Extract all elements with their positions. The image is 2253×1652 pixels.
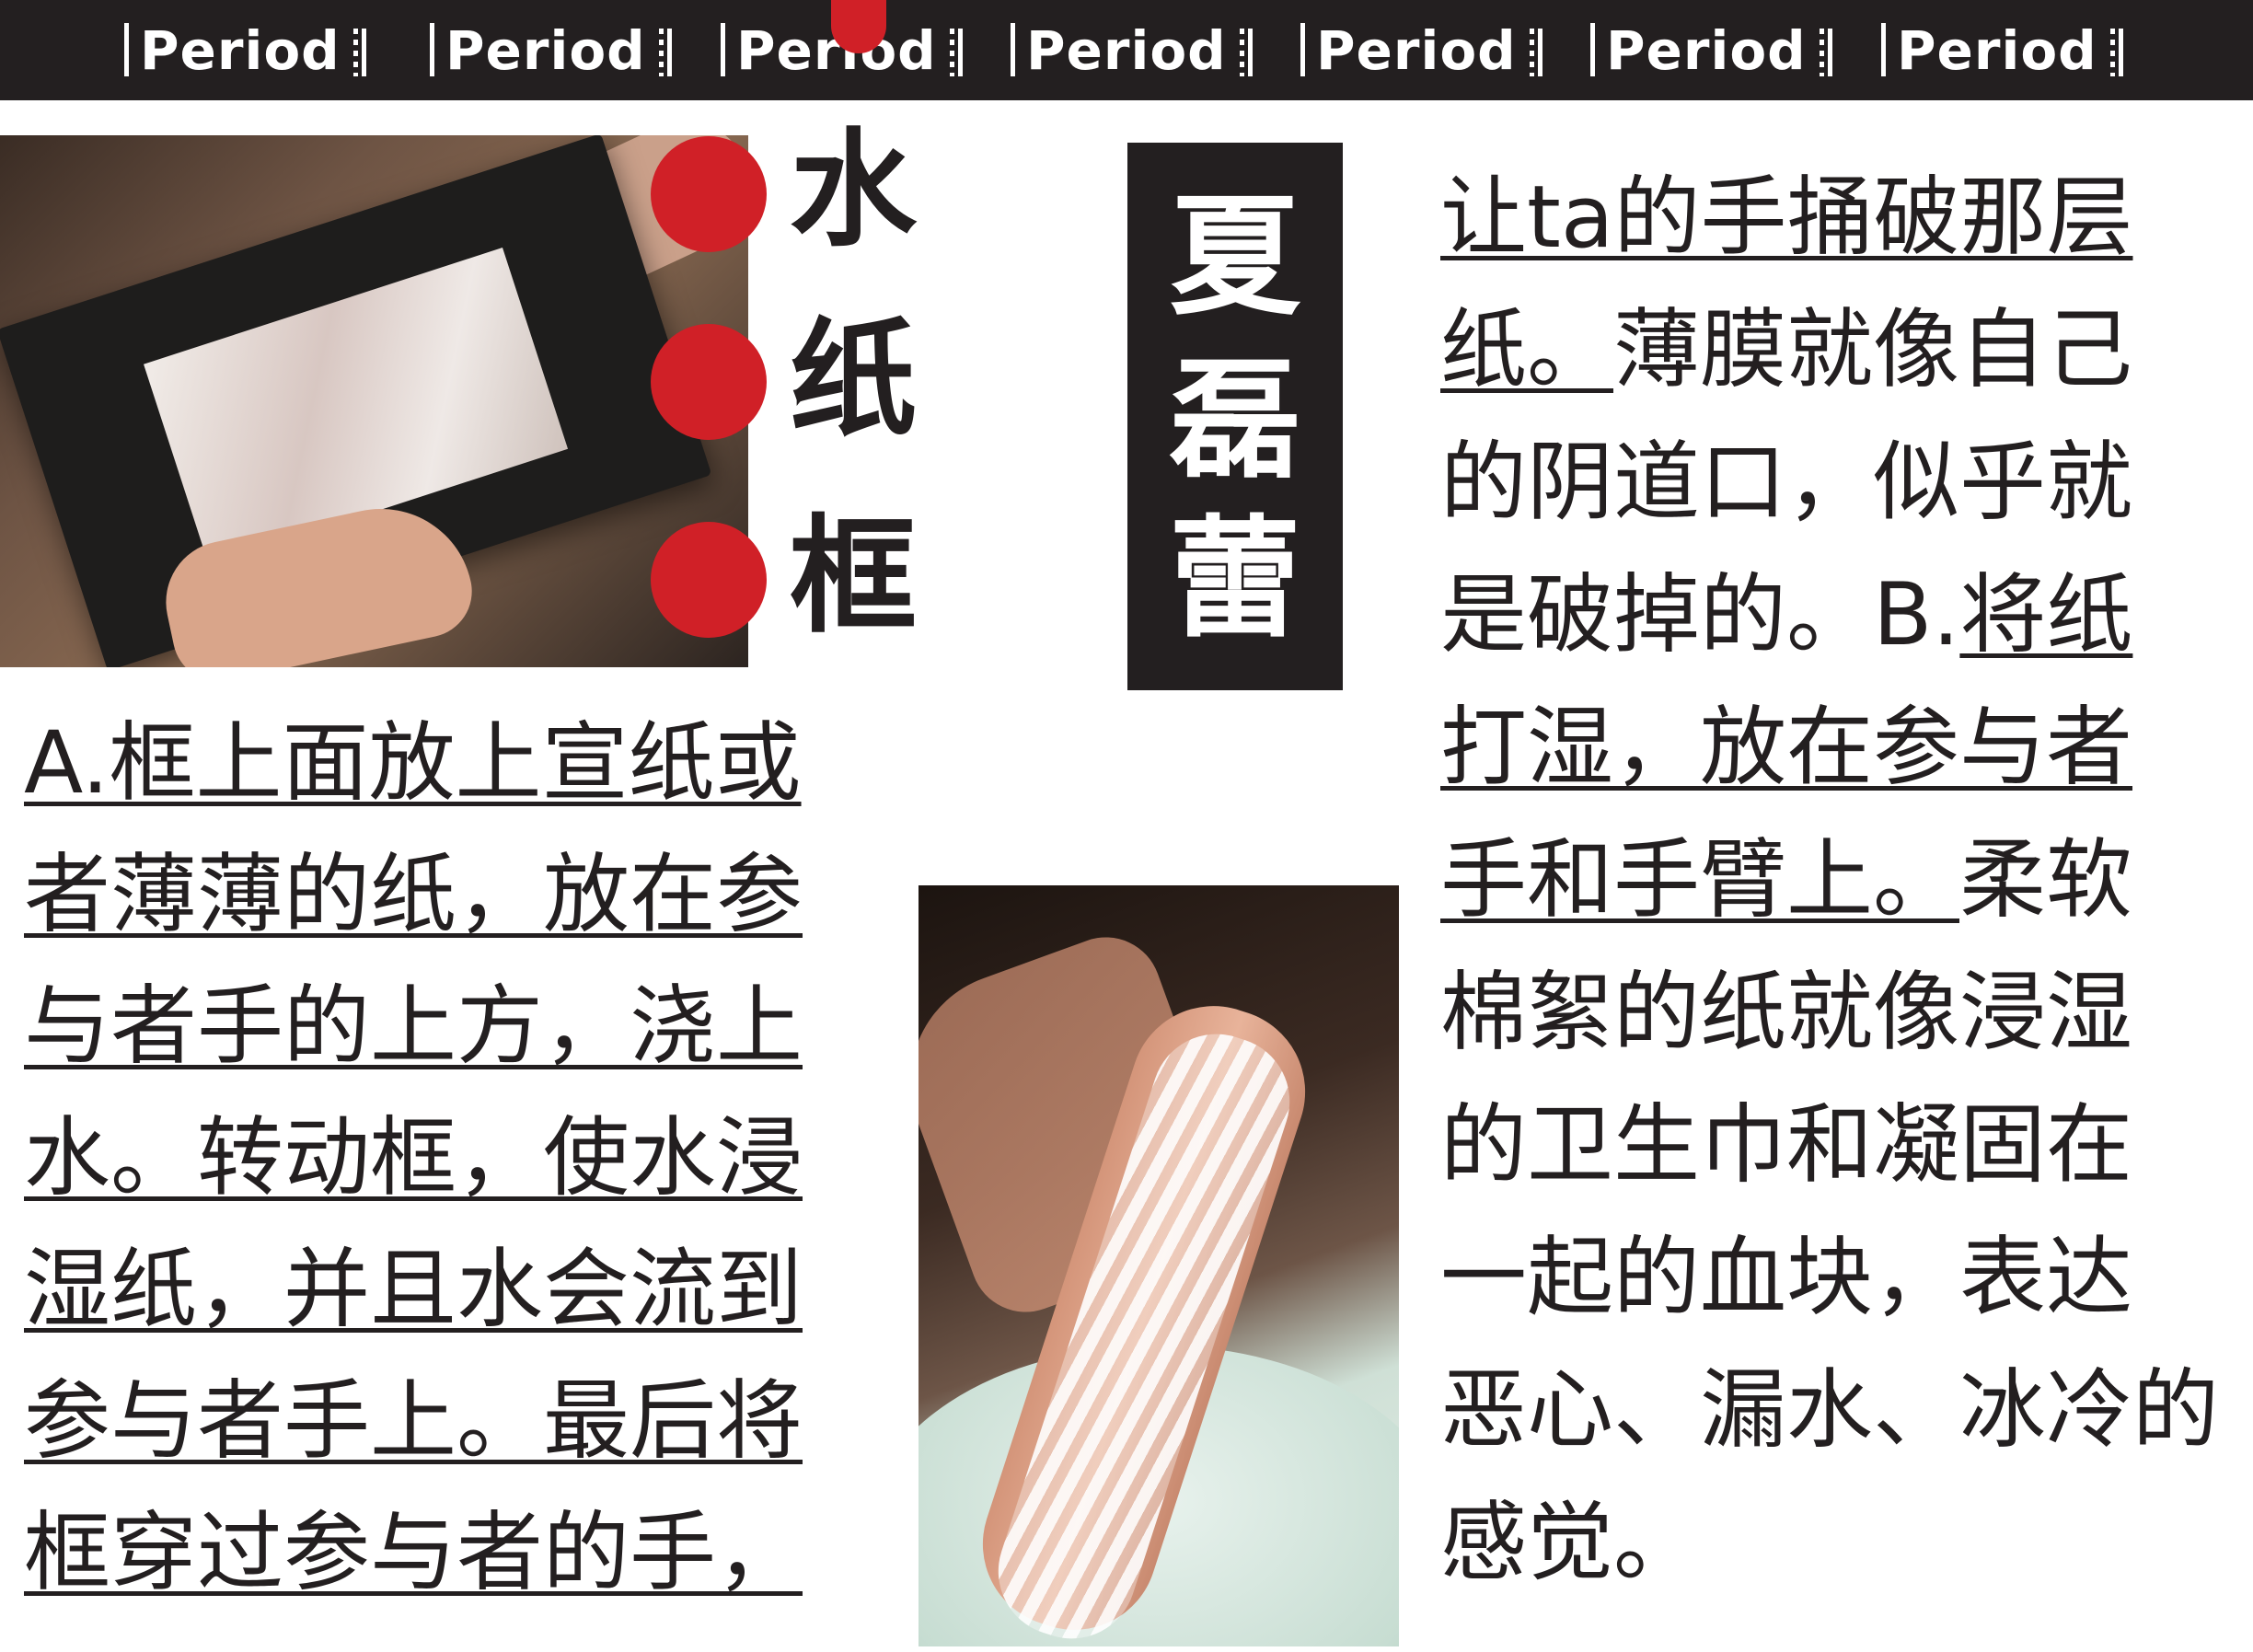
tab-label: Period [1897,19,2097,82]
tab-label: Period [1316,19,1517,82]
tab-period-5[interactable]: Period [1300,9,1542,92]
bar-glyph [1881,23,1886,76]
tab-period-7[interactable]: Period [1881,9,2123,92]
bars-icon [655,17,672,99]
text-line: 一起的血块，表达 [1440,1228,2133,1328]
text-line: 打湿，放在参与者 [1440,698,2133,798]
text-line: 与者手的上方，浇上 [24,976,803,1077]
tab-period-2[interactable]: Period [430,9,672,92]
tab-period-6[interactable]: Period [1590,9,1832,92]
tab-label: Period [1026,19,1227,82]
text-line: 手和手臂上。柔软 [1440,830,2133,930]
author-char-3: 蕾 [1170,503,1300,655]
tab-label: Period [140,19,341,82]
text-line: 纸。薄膜就像自己 [1440,300,2133,400]
header-bar: Period Period Period Period Period Perio… [0,0,2253,100]
instructions-right: 让ta的手捅破那层 纸。薄膜就像自己 的阴道口，似乎就 是破掉的。B.将纸 打湿… [1440,152,2250,1610]
text-line: 让ta的手捅破那层 [1440,168,2133,268]
text-line: 的阴道口，似乎就 [1440,433,2133,533]
instructions-a: A.框上面放上宣纸或 者薄薄的纸，放在参 与者手的上方，浇上 水。转动框，使水浸… [24,698,907,1619]
red-bullet-dot [651,136,767,252]
bar-glyph [430,23,434,76]
bars-icon [1236,17,1253,99]
bar-glyph [1011,23,1015,76]
title-char-3: 框 [790,503,918,651]
text-line: 感觉。 [1440,1493,1701,1593]
bar-glyph [721,23,725,76]
red-bullet-dot [651,324,767,440]
bar-glyph [1300,23,1305,76]
bar-glyph [124,23,129,76]
text-line: 的卫生巾和凝固在 [1440,1095,2133,1196]
photo-hands-frame [0,135,748,667]
bars-icon [350,17,366,99]
bars-icon [2107,17,2123,99]
tab-label: Period [445,19,646,82]
author-char-1: 夏 [1170,181,1300,333]
author-name-box: 夏 磊 蕾 [1127,143,1343,690]
title-char-1: 水 [790,116,918,264]
tab-period-4[interactable]: Period [1011,9,1253,92]
photo-arm-wet-paper [919,885,1399,1646]
tab-label: Period [1606,19,1807,82]
text-line: 恶心、漏水、冰冷的 [1440,1360,2220,1461]
text-line: 水。转动框，使水浸 [24,1108,803,1208]
text-line: 者薄薄的纸，放在参 [24,845,803,945]
author-char-2: 磊 [1170,345,1300,497]
text-line: 参与者手上。最后将 [24,1371,803,1472]
text-line: A.框上面放上宣纸或 [24,713,802,814]
bars-icon [1526,17,1542,99]
text-line: 湿纸，并且水会流到 [24,1240,803,1340]
text-line: 框穿过参与者的手， [24,1503,803,1603]
bar-glyph [1590,23,1595,76]
title-char-2: 纸 [790,306,918,454]
active-tab-indicator-dot [831,0,886,53]
red-bullet-dot [651,522,767,638]
text-line: 棉絮的纸就像浸湿 [1440,963,2133,1063]
bars-icon [1816,17,1832,99]
tab-period-1[interactable]: Period [124,9,366,92]
text-line: 是破掉的。B.将纸 [1440,565,2133,665]
bars-icon [946,17,963,99]
